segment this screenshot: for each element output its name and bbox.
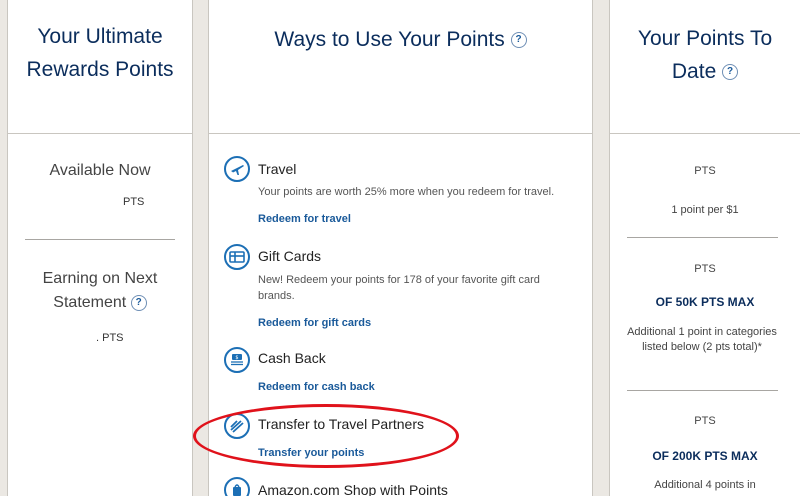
help-icon[interactable]: ? xyxy=(722,64,739,81)
bonus-points-description: Additional 1 point in categories listed … xyxy=(627,326,777,353)
bonus-points-value: PTS xyxy=(694,263,716,275)
bonus-points-max: OF 50K PTS MAX xyxy=(655,295,755,309)
amazon-shop-title: Amazon.com Shop with Points xyxy=(258,482,448,496)
ways-to-use-points-column: Ways to Use Your Points ? Travel Your po… xyxy=(208,0,593,496)
redeem-for-travel-link[interactable]: Redeem for travel xyxy=(258,213,351,225)
gift-card-icon xyxy=(224,244,250,270)
amazon-icon xyxy=(224,477,250,496)
available-now-points: PTS xyxy=(123,196,145,208)
points-to-date-header: Your Points To Date ? xyxy=(610,0,800,134)
divider xyxy=(25,239,175,240)
airplane-icon xyxy=(224,156,250,182)
help-icon[interactable]: ? xyxy=(130,294,147,311)
cash-back-icon: $ xyxy=(224,347,250,373)
transfer-icon xyxy=(224,413,250,439)
divider xyxy=(627,390,778,391)
earning-next-statement-label: Earning on Next Statement ? xyxy=(42,270,158,311)
ways-to-use-header: Ways to Use Your Points ? xyxy=(209,0,592,134)
transfer-partners-title: Transfer to Travel Partners xyxy=(258,416,424,432)
divider xyxy=(627,237,778,238)
gift-cards-description: New! Redeem your points for 178 of your … xyxy=(258,274,540,302)
rewards-points-header: Your Ultimate Rewards Points xyxy=(8,0,192,134)
travel-description: Your points are worth 25% more when you … xyxy=(258,186,555,198)
base-points-value: PTS xyxy=(694,165,716,177)
category-points-description: Additional 4 points in xyxy=(654,479,756,491)
available-now-label: Available Now xyxy=(49,162,151,179)
points-to-date-title: Your Points To Date ? xyxy=(637,27,773,83)
redeem-for-gift-cards-link[interactable]: Redeem for gift cards xyxy=(258,317,371,329)
transfer-your-points-link[interactable]: Transfer your points xyxy=(258,447,364,459)
base-points-rate: 1 point per $1 xyxy=(671,204,739,216)
gift-cards-title: Gift Cards xyxy=(258,248,322,264)
category-points-max: OF 200K PTS MAX xyxy=(652,449,758,463)
travel-title: Travel xyxy=(258,161,297,177)
earning-next-statement-points: . PTS xyxy=(96,332,124,344)
ways-to-use-title: Ways to Use Your Points ? xyxy=(209,23,592,56)
points-to-date-column: Your Points To Date ? PTS 1 point per $1… xyxy=(609,0,800,496)
redeem-for-cash-back-link[interactable]: Redeem for cash back xyxy=(258,381,375,393)
rewards-points-title: Your Ultimate Rewards Points xyxy=(26,25,174,81)
category-points-value: PTS xyxy=(694,415,716,427)
help-icon[interactable]: ? xyxy=(510,32,527,49)
rewards-points-column: Your Ultimate Rewards Points Available N… xyxy=(7,0,193,496)
svg-text:$: $ xyxy=(235,355,238,361)
cash-back-title: Cash Back xyxy=(258,350,326,366)
